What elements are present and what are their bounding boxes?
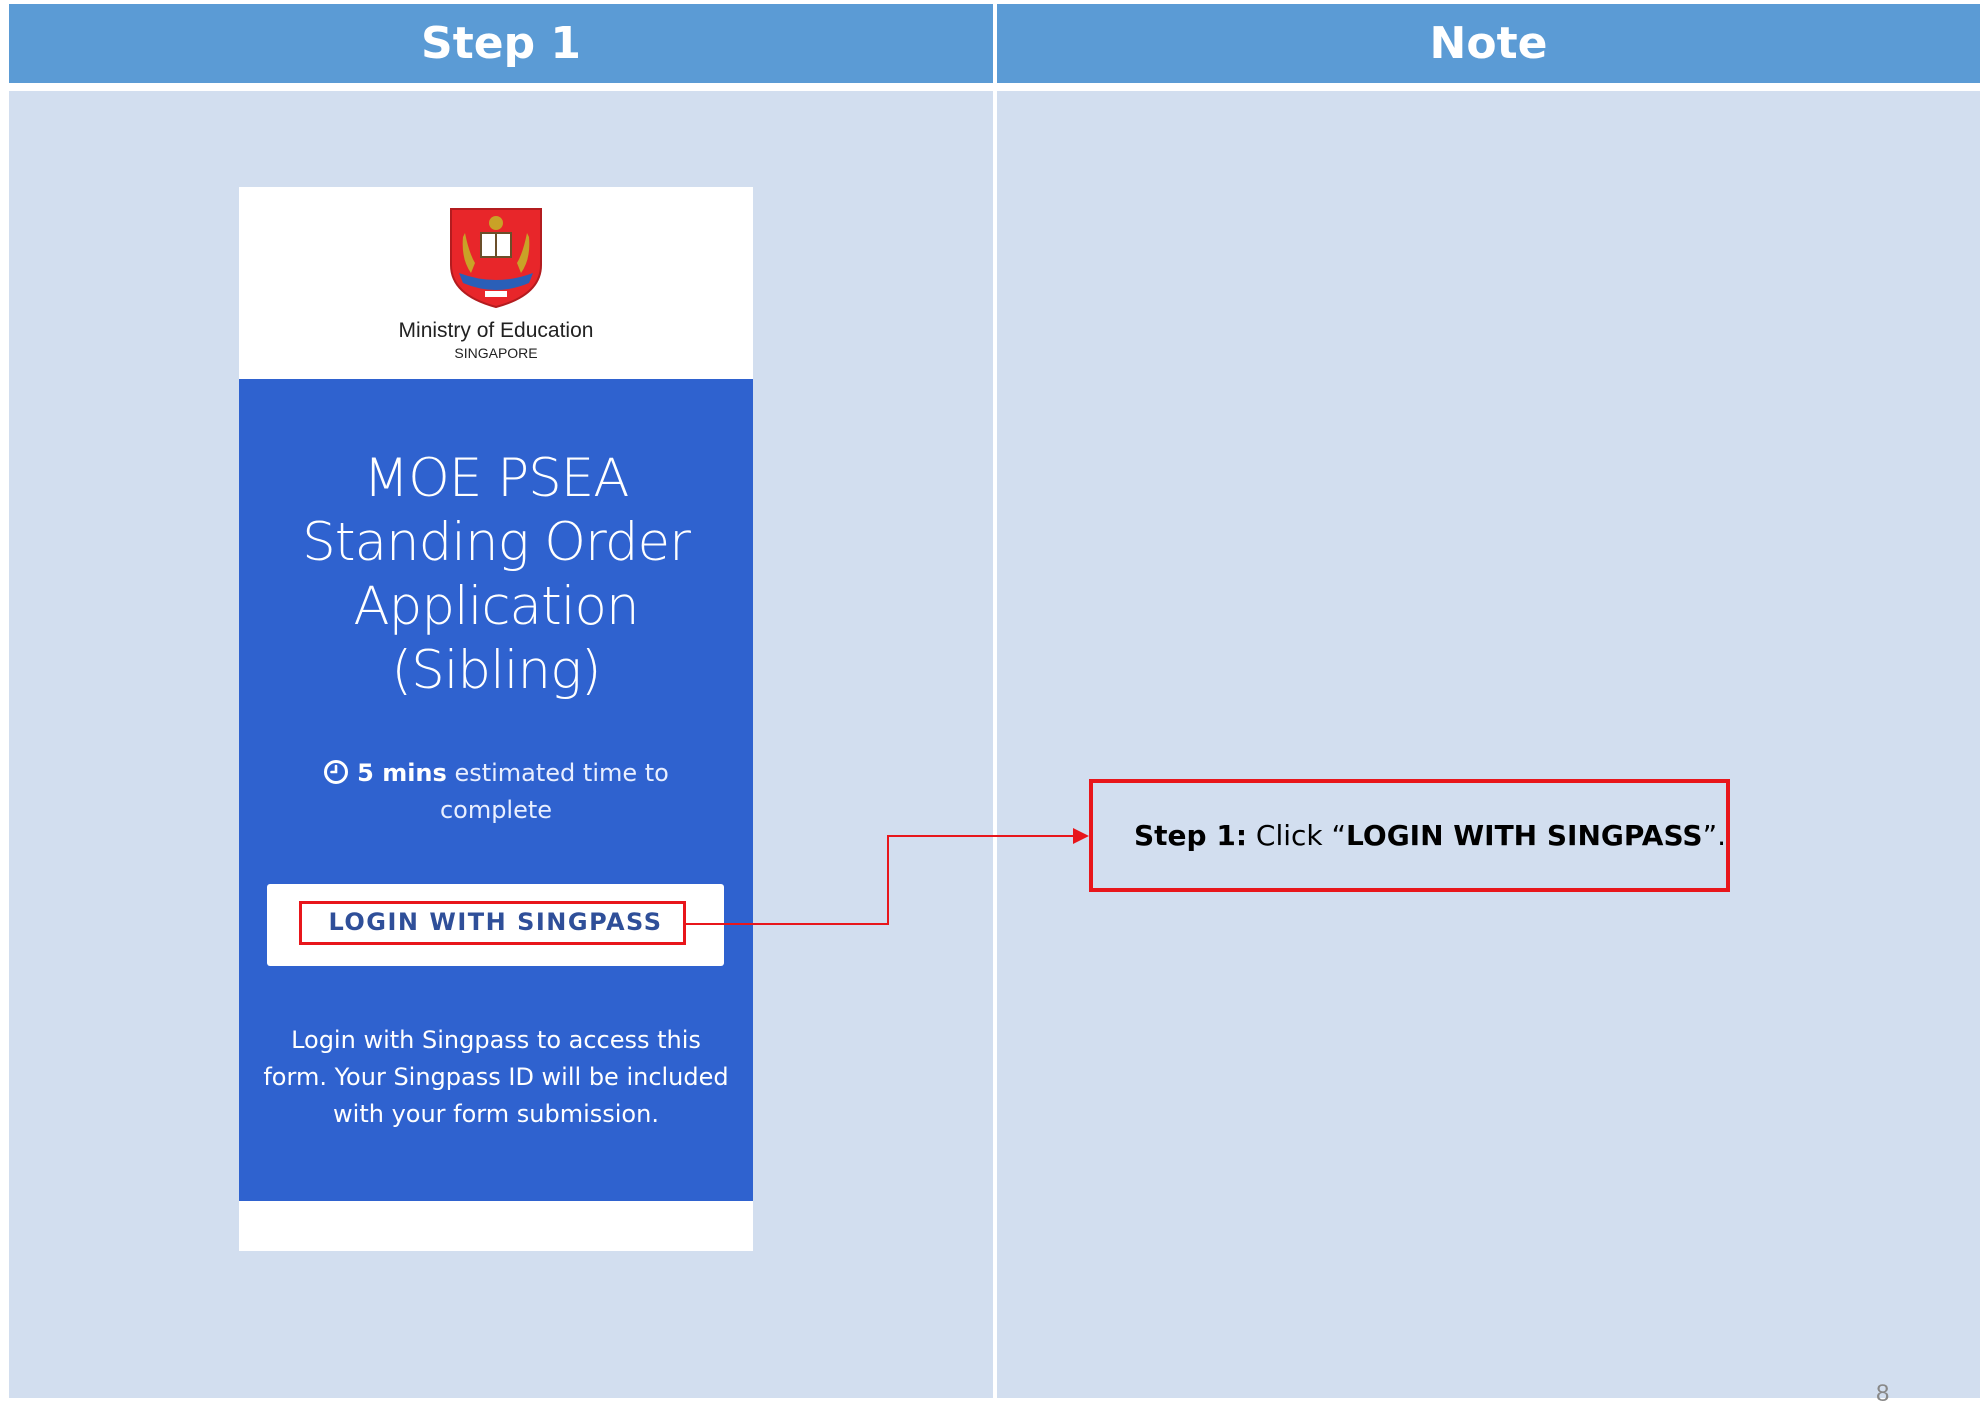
form-screenshot: Ministry of Education SINGAPORE MOE PSEA… xyxy=(239,187,753,1251)
org-name: Ministry of Education xyxy=(398,319,594,342)
login-description: Login with Singpass to access this form.… xyxy=(263,1026,729,1128)
login-button-highlight xyxy=(299,901,686,945)
page-number: 8 xyxy=(1876,1380,1890,1407)
estimated-time-label: estimated time to complete xyxy=(439,759,669,824)
form-footer xyxy=(239,1201,753,1251)
form-title-line: (Sibling) xyxy=(391,640,601,701)
form-title-line: Application xyxy=(353,576,639,637)
step-note-callout: Step 1: Click “LOGIN WITH SINGPASS”. xyxy=(1089,779,1730,892)
step-note-text: Step 1: Click “LOGIN WITH SINGPASS”. xyxy=(1093,819,1726,852)
org-country: SINGAPORE xyxy=(454,345,538,361)
form-title-line: MOE PSEA xyxy=(363,448,629,509)
note-column xyxy=(997,91,1980,1398)
step-note-target: LOGIN WITH SINGPASS xyxy=(1346,819,1703,852)
moe-crest-logo xyxy=(450,208,542,309)
form-title-line: Standing Order xyxy=(302,512,691,573)
step-note-label: Step 1: xyxy=(1134,819,1248,852)
step-header: Step 1 xyxy=(9,4,993,83)
clock-icon xyxy=(324,760,349,784)
step-note-instruction: Click “ xyxy=(1247,819,1347,852)
estimated-time-value: 5 mins xyxy=(357,759,447,787)
form-header: Ministry of Education SINGAPORE xyxy=(239,187,753,379)
note-header: Note xyxy=(997,4,1980,83)
form-title: MOE PSEA Standing Order Application (Sib… xyxy=(259,447,733,703)
step-note-end: ”. xyxy=(1702,819,1726,852)
estimated-time: 5 mins estimated time to complete xyxy=(269,755,723,829)
